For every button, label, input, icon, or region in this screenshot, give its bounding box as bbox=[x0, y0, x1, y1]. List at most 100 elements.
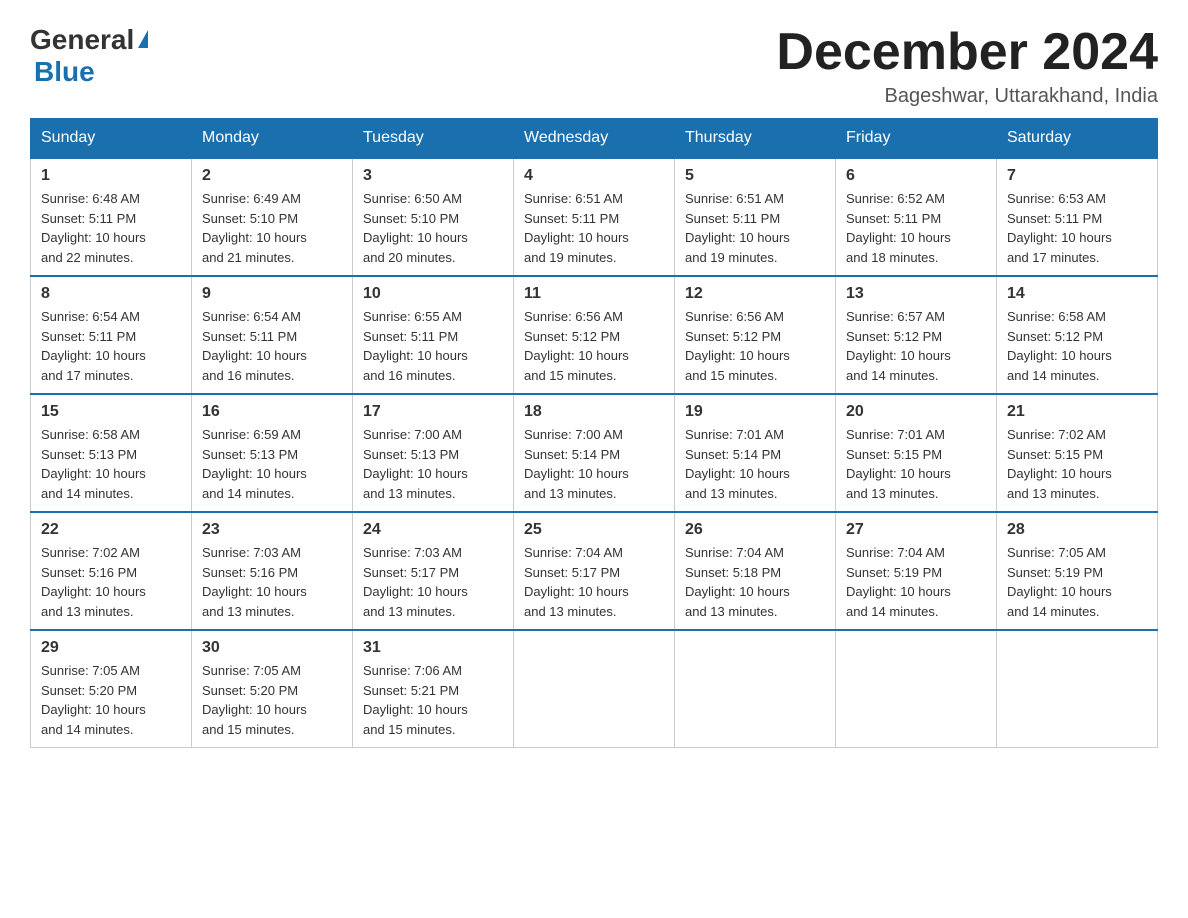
day-number: 24 bbox=[363, 521, 503, 539]
calendar-cell: 10 Sunrise: 6:55 AM Sunset: 5:11 PM Dayli… bbox=[353, 276, 514, 394]
day-number: 15 bbox=[41, 403, 181, 421]
calendar-cell: 26 Sunrise: 7:04 AM Sunset: 5:18 PM Dayli… bbox=[675, 512, 836, 630]
calendar-cell: 14Sunrise: 6:58 AM Sunset: 5:12 PM Dayli… bbox=[997, 276, 1158, 394]
calendar-cell: 5Sunrise: 6:51 AM Sunset: 5:11 PM Daylig… bbox=[675, 158, 836, 276]
title-section: December 2024 Bageshwar, Uttarakhand, In… bbox=[776, 24, 1158, 108]
day-number: 1 bbox=[41, 167, 181, 185]
day-info: Sunrise: 6:49 AM Sunset: 5:10 PM Dayligh… bbox=[202, 189, 342, 267]
calendar-week-row: 8 Sunrise: 6:54 AM Sunset: 5:11 PM Daylig… bbox=[31, 276, 1158, 394]
day-number: 26 bbox=[685, 521, 825, 539]
column-header-wednesday: Wednesday bbox=[514, 119, 675, 159]
day-info: Sunrise: 7:04 AM Sunset: 5:19 PM Dayligh… bbox=[846, 543, 986, 621]
day-number: 28 bbox=[1007, 521, 1147, 539]
day-number: 10 bbox=[363, 285, 503, 303]
calendar-cell: 7Sunrise: 6:53 AM Sunset: 5:11 PM Daylig… bbox=[997, 158, 1158, 276]
day-info: Sunrise: 6:54 AM Sunset: 5:11 PM Dayligh… bbox=[202, 307, 342, 385]
calendar-cell: 20Sunrise: 7:01 AM Sunset: 5:15 PM Dayli… bbox=[836, 394, 997, 512]
calendar-table: SundayMondayTuesdayWednesdayThursdayFrid… bbox=[30, 118, 1158, 748]
calendar-cell: 19 Sunrise: 7:01 AM Sunset: 5:14 PM Dayli… bbox=[675, 394, 836, 512]
day-info: Sunrise: 7:06 AM Sunset: 5:21 PM Dayligh… bbox=[363, 661, 503, 739]
calendar-cell: 12Sunrise: 6:56 AM Sunset: 5:12 PM Dayli… bbox=[675, 276, 836, 394]
day-info: Sunrise: 7:00 AM Sunset: 5:13 PM Dayligh… bbox=[363, 425, 503, 503]
day-info: Sunrise: 7:01 AM Sunset: 5:15 PM Dayligh… bbox=[846, 425, 986, 503]
column-header-friday: Friday bbox=[836, 119, 997, 159]
day-number: 13 bbox=[846, 285, 986, 303]
calendar-cell: 1 Sunrise: 6:48 AM Sunset: 5:11 PM Daylig… bbox=[31, 158, 192, 276]
calendar-cell: 17 Sunrise: 7:00 AM Sunset: 5:13 PM Dayli… bbox=[353, 394, 514, 512]
calendar-cell: 21 Sunrise: 7:02 AM Sunset: 5:15 PM Dayli… bbox=[997, 394, 1158, 512]
day-number: 4 bbox=[524, 167, 664, 185]
day-info: Sunrise: 6:48 AM Sunset: 5:11 PM Dayligh… bbox=[41, 189, 181, 267]
day-info: Sunrise: 7:03 AM Sunset: 5:17 PM Dayligh… bbox=[363, 543, 503, 621]
day-number: 18 bbox=[524, 403, 664, 421]
day-info: Sunrise: 7:04 AM Sunset: 5:18 PM Dayligh… bbox=[685, 543, 825, 621]
day-number: 21 bbox=[1007, 403, 1147, 421]
day-info: Sunrise: 6:56 AM Sunset: 5:12 PM Dayligh… bbox=[685, 307, 825, 385]
day-info: Sunrise: 7:05 AM Sunset: 5:20 PM Dayligh… bbox=[41, 661, 181, 739]
column-header-saturday: Saturday bbox=[997, 119, 1158, 159]
calendar-cell bbox=[514, 630, 675, 748]
day-number: 23 bbox=[202, 521, 342, 539]
calendar-title: December 2024 bbox=[776, 24, 1158, 81]
day-number: 22 bbox=[41, 521, 181, 539]
calendar-cell: 8 Sunrise: 6:54 AM Sunset: 5:11 PM Daylig… bbox=[31, 276, 192, 394]
calendar-cell: 24 Sunrise: 7:03 AM Sunset: 5:17 PM Dayli… bbox=[353, 512, 514, 630]
calendar-cell: 4Sunrise: 6:51 AM Sunset: 5:11 PM Daylig… bbox=[514, 158, 675, 276]
day-number: 29 bbox=[41, 639, 181, 657]
calendar-cell: 15 Sunrise: 6:58 AM Sunset: 5:13 PM Dayli… bbox=[31, 394, 192, 512]
day-number: 8 bbox=[41, 285, 181, 303]
day-info: Sunrise: 6:58 AM Sunset: 5:13 PM Dayligh… bbox=[41, 425, 181, 503]
day-info: Sunrise: 6:57 AM Sunset: 5:12 PM Dayligh… bbox=[846, 307, 986, 385]
calendar-cell: 30 Sunrise: 7:05 AM Sunset: 5:20 PM Dayli… bbox=[192, 630, 353, 748]
day-number: 3 bbox=[363, 167, 503, 185]
logo: General Blue bbox=[30, 24, 148, 88]
calendar-week-row: 29 Sunrise: 7:05 AM Sunset: 5:20 PM Dayli… bbox=[31, 630, 1158, 748]
calendar-cell: 27 Sunrise: 7:04 AM Sunset: 5:19 PM Dayli… bbox=[836, 512, 997, 630]
calendar-cell: 29 Sunrise: 7:05 AM Sunset: 5:20 PM Dayli… bbox=[31, 630, 192, 748]
logo-triangle-icon bbox=[138, 30, 148, 48]
day-number: 2 bbox=[202, 167, 342, 185]
column-header-tuesday: Tuesday bbox=[353, 119, 514, 159]
calendar-cell: 28 Sunrise: 7:05 AM Sunset: 5:19 PM Dayli… bbox=[997, 512, 1158, 630]
calendar-cell bbox=[997, 630, 1158, 748]
day-number: 6 bbox=[846, 167, 986, 185]
calendar-cell: 31 Sunrise: 7:06 AM Sunset: 5:21 PM Dayli… bbox=[353, 630, 514, 748]
column-header-sunday: Sunday bbox=[31, 119, 192, 159]
calendar-cell bbox=[836, 630, 997, 748]
day-number: 11 bbox=[524, 285, 664, 303]
logo-general-text: General bbox=[30, 24, 134, 56]
day-info: Sunrise: 6:55 AM Sunset: 5:11 PM Dayligh… bbox=[363, 307, 503, 385]
day-info: Sunrise: 7:00 AM Sunset: 5:14 PM Dayligh… bbox=[524, 425, 664, 503]
calendar-cell: 23Sunrise: 7:03 AM Sunset: 5:16 PM Dayli… bbox=[192, 512, 353, 630]
calendar-cell: 2 Sunrise: 6:49 AM Sunset: 5:10 PM Daylig… bbox=[192, 158, 353, 276]
day-number: 25 bbox=[524, 521, 664, 539]
day-info: Sunrise: 7:05 AM Sunset: 5:19 PM Dayligh… bbox=[1007, 543, 1147, 621]
day-info: Sunrise: 7:04 AM Sunset: 5:17 PM Dayligh… bbox=[524, 543, 664, 621]
calendar-cell: 6 Sunrise: 6:52 AM Sunset: 5:11 PM Daylig… bbox=[836, 158, 997, 276]
calendar-cell: 16Sunrise: 6:59 AM Sunset: 5:13 PM Dayli… bbox=[192, 394, 353, 512]
day-number: 30 bbox=[202, 639, 342, 657]
column-header-monday: Monday bbox=[192, 119, 353, 159]
day-info: Sunrise: 7:05 AM Sunset: 5:20 PM Dayligh… bbox=[202, 661, 342, 739]
calendar-cell: 13 Sunrise: 6:57 AM Sunset: 5:12 PM Dayli… bbox=[836, 276, 997, 394]
day-number: 19 bbox=[685, 403, 825, 421]
day-number: 31 bbox=[363, 639, 503, 657]
day-number: 27 bbox=[846, 521, 986, 539]
calendar-cell: 3 Sunrise: 6:50 AM Sunset: 5:10 PM Daylig… bbox=[353, 158, 514, 276]
column-header-thursday: Thursday bbox=[675, 119, 836, 159]
day-info: Sunrise: 6:50 AM Sunset: 5:10 PM Dayligh… bbox=[363, 189, 503, 267]
day-number: 17 bbox=[363, 403, 503, 421]
calendar-cell: 18 Sunrise: 7:00 AM Sunset: 5:14 PM Dayli… bbox=[514, 394, 675, 512]
calendar-week-row: 1 Sunrise: 6:48 AM Sunset: 5:11 PM Daylig… bbox=[31, 158, 1158, 276]
day-info: Sunrise: 6:58 AM Sunset: 5:12 PM Dayligh… bbox=[1007, 307, 1147, 385]
day-info: Sunrise: 7:02 AM Sunset: 5:15 PM Dayligh… bbox=[1007, 425, 1147, 503]
calendar-cell bbox=[675, 630, 836, 748]
day-info: Sunrise: 6:52 AM Sunset: 5:11 PM Dayligh… bbox=[846, 189, 986, 267]
day-info: Sunrise: 7:01 AM Sunset: 5:14 PM Dayligh… bbox=[685, 425, 825, 503]
day-info: Sunrise: 6:54 AM Sunset: 5:11 PM Dayligh… bbox=[41, 307, 181, 385]
day-info: Sunrise: 6:59 AM Sunset: 5:13 PM Dayligh… bbox=[202, 425, 342, 503]
day-number: 9 bbox=[202, 285, 342, 303]
calendar-cell: 22Sunrise: 7:02 AM Sunset: 5:16 PM Dayli… bbox=[31, 512, 192, 630]
day-info: Sunrise: 6:56 AM Sunset: 5:12 PM Dayligh… bbox=[524, 307, 664, 385]
calendar-cell: 11 Sunrise: 6:56 AM Sunset: 5:12 PM Dayli… bbox=[514, 276, 675, 394]
